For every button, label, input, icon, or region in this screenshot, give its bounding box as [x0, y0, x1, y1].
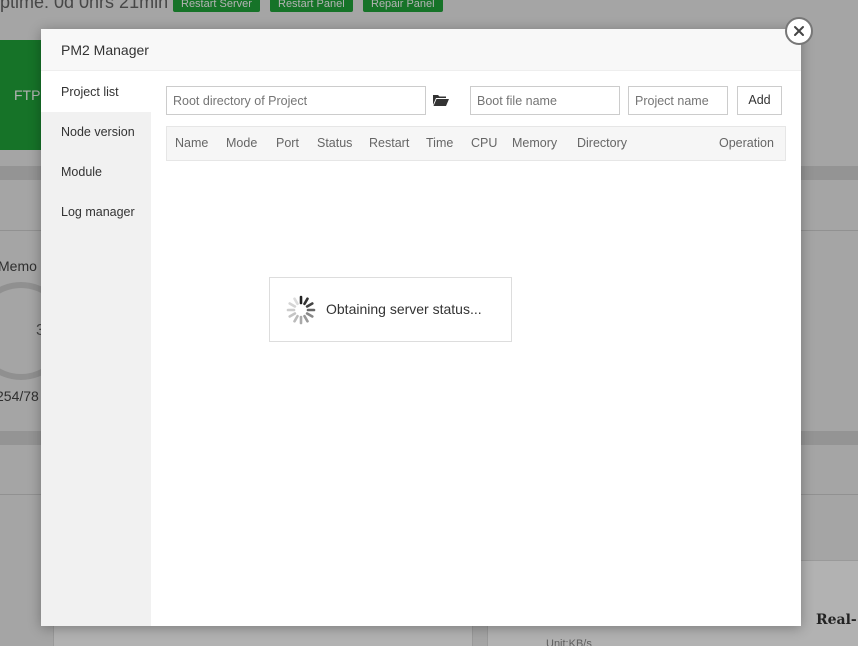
loading-toast: Obtaining server status...: [269, 277, 512, 342]
close-icon: [794, 26, 804, 36]
spinner-icon: [286, 295, 316, 325]
close-button[interactable]: [785, 17, 813, 45]
loading-text: Obtaining server status...: [326, 301, 482, 317]
